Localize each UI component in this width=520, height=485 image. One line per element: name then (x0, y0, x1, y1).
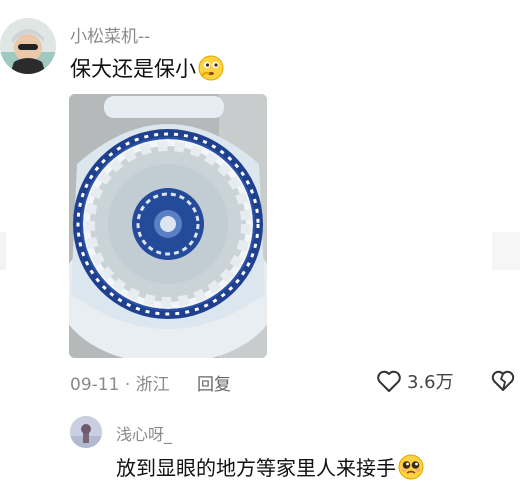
comment-image[interactable] (69, 94, 267, 358)
reply-button[interactable]: 回复 (197, 375, 231, 395)
reply-text-content: 放到显眼的地方等家里人来接手 (116, 456, 396, 480)
meta-separator: · (124, 375, 131, 395)
blue-white-porcelain-plate-photo (69, 94, 267, 358)
edge-left-shade (0, 232, 6, 270)
comment-meta: 09-11 · 浙江 回复 (70, 370, 231, 395)
comment-author[interactable]: 小松菜机-- (70, 22, 150, 47)
like-count: 3.6万 (407, 372, 454, 393)
reply-author[interactable]: 浅心呀_ (116, 421, 172, 445)
like-button[interactable]: 3.6万 (376, 368, 454, 394)
comment-date: 09-11 (70, 375, 120, 395)
reply-avatar[interactable] (70, 416, 102, 448)
thinking-face-emoji (198, 55, 224, 81)
avatar[interactable] (0, 18, 56, 74)
pleading-face-emoji (398, 454, 424, 480)
comment-location: 浙江 (135, 375, 170, 395)
broken-heart-outline-icon[interactable] (491, 369, 515, 393)
comment-text-content: 保大还是保小 (70, 57, 196, 81)
reply-text: 放到显眼的地方等家里人来接手 (116, 452, 424, 481)
comment-text: 保大还是保小 (70, 53, 224, 83)
heart-outline-icon (377, 370, 401, 392)
edge-right-shade (492, 232, 520, 270)
